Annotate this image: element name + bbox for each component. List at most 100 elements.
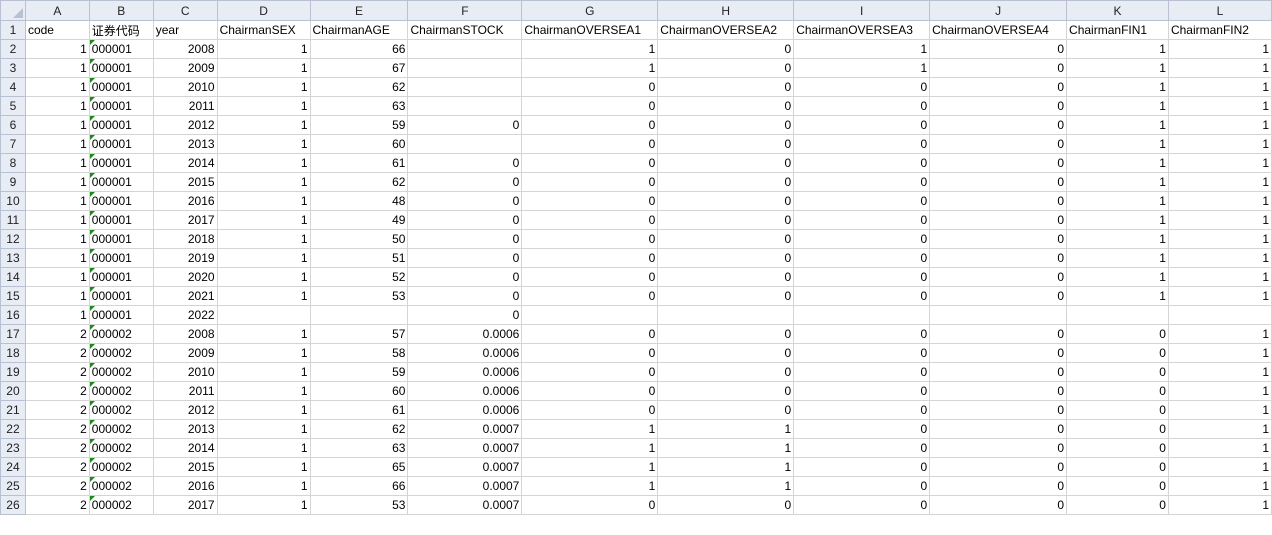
cell[interactable]: 1 — [216, 457, 311, 477]
cell[interactable]: 1 — [1066, 286, 1169, 306]
cell[interactable]: 0 — [1066, 438, 1169, 458]
cell[interactable]: 0 — [929, 248, 1068, 268]
cell[interactable]: 1 — [1167, 191, 1272, 211]
cell[interactable]: 1 — [216, 419, 311, 439]
cell[interactable]: 1 — [216, 324, 311, 344]
cell[interactable]: 1 — [1167, 229, 1272, 249]
cell[interactable]: 1 — [657, 457, 795, 477]
cell[interactable]: 0.0007 — [407, 495, 523, 515]
cell[interactable]: 0 — [657, 381, 795, 401]
cell[interactable]: 62 — [309, 419, 409, 439]
cell-text-number[interactable]: 000002 — [88, 324, 154, 344]
cell[interactable]: 0 — [929, 267, 1068, 287]
cell[interactable]: 1 — [216, 362, 311, 382]
cell[interactable]: 0.0006 — [407, 343, 523, 363]
cell-text-number[interactable]: 000002 — [88, 381, 154, 401]
cell[interactable]: 63 — [309, 96, 409, 116]
cell[interactable]: 1 — [24, 248, 90, 268]
cell[interactable]: 2008 — [152, 324, 218, 344]
cell[interactable]: 0 — [407, 248, 523, 268]
cell[interactable]: 48 — [309, 191, 409, 211]
column-header-h[interactable]: H — [657, 0, 795, 21]
column-header-k[interactable]: K — [1066, 0, 1169, 21]
cell[interactable]: 0 — [407, 172, 523, 192]
cell[interactable]: 0 — [793, 457, 931, 477]
cell[interactable]: 0 — [929, 419, 1068, 439]
cell[interactable]: 1 — [216, 381, 311, 401]
cell[interactable]: 0 — [657, 324, 795, 344]
cell[interactable]: 2 — [24, 495, 90, 515]
cell[interactable]: 0 — [929, 286, 1068, 306]
row-header[interactable]: 3 — [0, 58, 26, 78]
cell[interactable]: 2022 — [152, 305, 218, 325]
cell[interactable]: 1 — [216, 495, 311, 515]
cell[interactable]: 2 — [24, 457, 90, 477]
cell[interactable]: 0 — [793, 229, 931, 249]
cell[interactable]: 0 — [1066, 476, 1169, 496]
cell[interactable]: 49 — [309, 210, 409, 230]
cell[interactable]: 1 — [1066, 153, 1169, 173]
cell[interactable]: 1 — [1066, 58, 1169, 78]
cell[interactable]: 2 — [24, 438, 90, 458]
cell[interactable]: 0 — [657, 495, 795, 515]
cell[interactable]: 1 — [216, 476, 311, 496]
select-all-corner[interactable] — [0, 0, 26, 21]
cell[interactable]: 0 — [521, 153, 659, 173]
cell-text-number[interactable]: 000002 — [88, 476, 154, 496]
cell[interactable]: 0 — [929, 115, 1068, 135]
cell[interactable]: 1 — [1167, 96, 1272, 116]
cell[interactable]: 0 — [657, 362, 795, 382]
cell[interactable]: 1 — [1167, 476, 1272, 496]
cell[interactable]: 1 — [24, 39, 90, 59]
cell[interactable] — [1167, 305, 1272, 325]
cell[interactable]: 2016 — [152, 476, 218, 496]
cell[interactable]: 0.0007 — [407, 457, 523, 477]
cell[interactable]: 0 — [793, 96, 931, 116]
cell[interactable]: 66 — [309, 476, 409, 496]
cell[interactable]: 59 — [309, 362, 409, 382]
cell[interactable]: 2011 — [152, 381, 218, 401]
cell[interactable]: 2 — [24, 324, 90, 344]
cell-text-number[interactable]: 000002 — [88, 400, 154, 420]
cell[interactable]: 1 — [216, 172, 311, 192]
cell[interactable]: 0 — [929, 210, 1068, 230]
cell[interactable]: 2020 — [152, 267, 218, 287]
cell[interactable]: 1 — [521, 39, 659, 59]
cell[interactable]: 0 — [521, 267, 659, 287]
row-header[interactable]: 1 — [0, 20, 26, 40]
cell-text-number[interactable]: 000002 — [88, 495, 154, 515]
row-header[interactable]: 18 — [0, 343, 26, 363]
cell[interactable]: 0 — [1066, 324, 1169, 344]
cell[interactable]: 1 — [657, 419, 795, 439]
cell[interactable]: 0 — [521, 286, 659, 306]
cell[interactable]: 1 — [1066, 229, 1169, 249]
cell[interactable]: 2015 — [152, 457, 218, 477]
cell[interactable] — [407, 58, 523, 78]
cell[interactable]: 0 — [657, 400, 795, 420]
cell[interactable]: 0 — [657, 248, 795, 268]
cell[interactable]: 1 — [24, 153, 90, 173]
cell[interactable]: 51 — [309, 248, 409, 268]
cell[interactable]: 1 — [216, 115, 311, 135]
cell[interactable]: 57 — [309, 324, 409, 344]
column-header-b[interactable]: B — [88, 0, 154, 21]
cell[interactable]: 1 — [216, 248, 311, 268]
cell[interactable]: 1 — [24, 267, 90, 287]
column-header-f[interactable]: F — [407, 0, 523, 21]
cell[interactable]: 1 — [657, 476, 795, 496]
cell[interactable]: 1 — [1167, 286, 1272, 306]
cell[interactable]: 1 — [1167, 153, 1272, 173]
cell[interactable]: 65 — [309, 457, 409, 477]
cell[interactable] — [216, 305, 311, 325]
cell[interactable]: 63 — [309, 438, 409, 458]
cell[interactable]: 0 — [793, 286, 931, 306]
cell[interactable]: 1 — [521, 457, 659, 477]
cell[interactable]: 0 — [929, 58, 1068, 78]
cell[interactable]: 0 — [929, 134, 1068, 154]
cell[interactable]: 1 — [24, 191, 90, 211]
cell[interactable]: 0 — [521, 362, 659, 382]
cell[interactable]: 53 — [309, 495, 409, 515]
cell[interactable]: 0 — [521, 210, 659, 230]
cell[interactable]: 50 — [309, 229, 409, 249]
cell[interactable]: 1 — [1066, 191, 1169, 211]
